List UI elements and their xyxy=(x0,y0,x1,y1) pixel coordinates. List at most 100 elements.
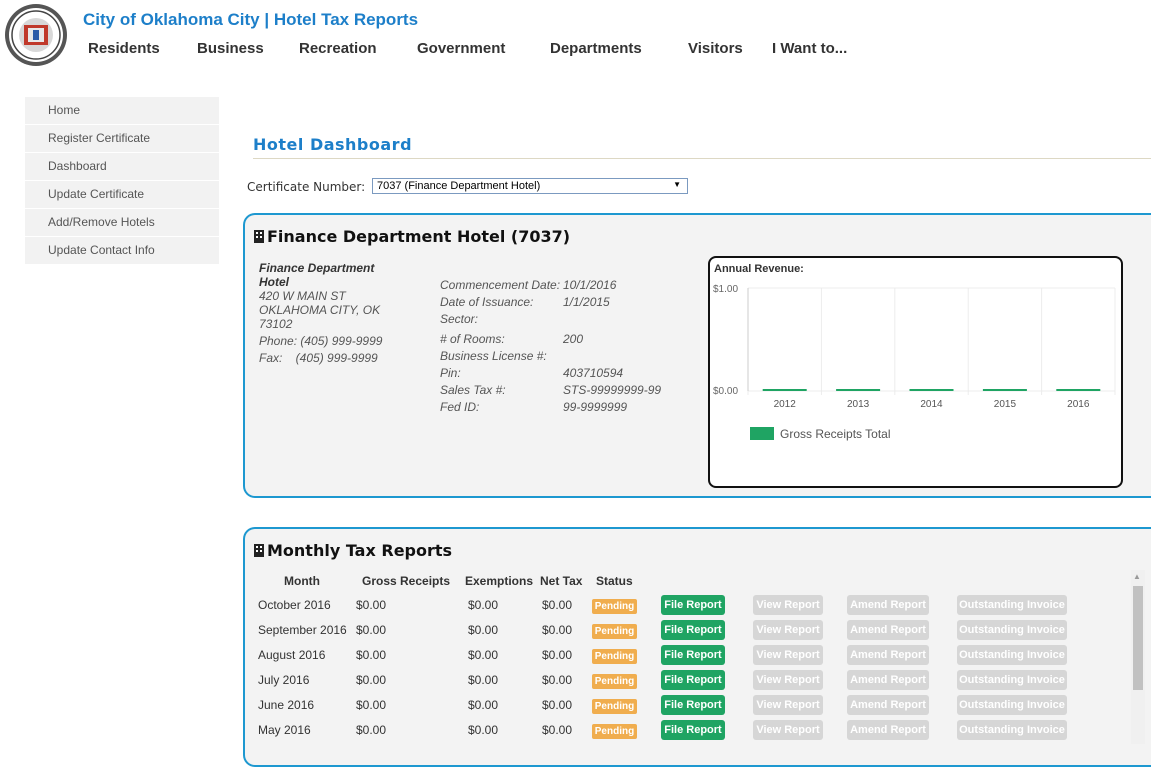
city-seal-logo xyxy=(5,4,67,66)
detail-row-rooms: # of Rooms: 200 xyxy=(440,332,700,349)
detail-label: Fed ID: xyxy=(440,400,480,414)
month-cell: August 2016 xyxy=(258,648,326,662)
column-header-status: Status xyxy=(596,574,633,588)
gross-receipts-cell: $0.00 xyxy=(356,598,387,612)
nav-business[interactable]: Business xyxy=(197,40,264,57)
reports-panel-title-text: Monthly Tax Reports xyxy=(267,541,453,560)
nav-departments[interactable]: Departments xyxy=(550,40,642,57)
gross-receipts-cell: $0.00 xyxy=(356,673,387,687)
x-tick-label: 2012 xyxy=(774,399,797,410)
outstanding-invoice-button[interactable]: Outstanding Invoice xyxy=(957,720,1067,740)
status-badge: Pending xyxy=(592,724,637,739)
sidebar-item-dashboard[interactable]: Dashboard xyxy=(25,153,219,181)
month-cell: May 2016 xyxy=(258,723,311,737)
hotel-details: Commencement Date: 10/1/2016 Date of Issu… xyxy=(440,278,700,417)
y-tick-label: $0.00 xyxy=(713,386,738,397)
x-tick-label: 2016 xyxy=(1067,399,1090,410)
column-header-gross-receipts: Gross Receipts xyxy=(362,574,451,588)
detail-row-sector: Sector: xyxy=(440,312,700,329)
net-tax-cell: $0.00 xyxy=(542,648,573,662)
view-report-button[interactable]: View Report xyxy=(753,720,823,740)
file-report-button[interactable]: File Report xyxy=(661,620,725,640)
bar xyxy=(909,389,954,391)
detail-value: 99-9999999 xyxy=(563,400,628,414)
table-row: June 2016 $0.00 $0.00 $0.00 Pending File Repo… xyxy=(258,693,1138,717)
net-tax-cell: $0.00 xyxy=(542,623,573,637)
scrollbar-thumb[interactable] xyxy=(1133,586,1143,690)
reports-panel-title: Monthly Tax Reports xyxy=(254,541,452,560)
sidebar-item-register-certificate[interactable]: Register Certificate xyxy=(25,125,219,153)
hotel-address-line1: 420 W MAIN ST xyxy=(259,289,346,303)
view-report-button[interactable]: View Report xyxy=(753,620,823,640)
month-cell: October 2016 xyxy=(258,598,331,612)
nav-residents[interactable]: Residents xyxy=(88,40,160,57)
outstanding-invoice-button[interactable]: Outstanding Invoice xyxy=(957,645,1067,665)
outstanding-invoice-button[interactable]: Outstanding Invoice xyxy=(957,695,1067,715)
building-icon xyxy=(254,230,264,243)
amend-report-button[interactable]: Amend Report xyxy=(847,620,929,640)
title-divider xyxy=(253,158,1151,159)
sidebar-item-update-contact-info[interactable]: Update Contact Info xyxy=(25,237,219,265)
outstanding-invoice-button[interactable]: Outstanding Invoice xyxy=(957,670,1067,690)
nav-government[interactable]: Government xyxy=(417,40,505,57)
exemptions-cell: $0.00 xyxy=(468,623,499,637)
status-badge: Pending xyxy=(592,599,637,614)
hotel-address-line2: OKLAHOMA CITY, OK 73102 xyxy=(259,303,381,331)
file-report-button[interactable]: File Report xyxy=(661,695,725,715)
nav-visitors[interactable]: Visitors xyxy=(688,40,743,57)
view-report-button[interactable]: View Report xyxy=(753,595,823,615)
hotel-panel-title-text: Finance Department Hotel (7037) xyxy=(267,227,571,246)
gross-receipts-cell: $0.00 xyxy=(356,623,387,637)
page-title: Hotel Dashboard xyxy=(253,135,413,154)
detail-value: 200 xyxy=(563,332,584,346)
table-row: July 2016 $0.00 $0.00 $0.00 Pending File Repo… xyxy=(258,668,1138,692)
nav-recreation[interactable]: Recreation xyxy=(299,40,377,57)
sidebar-item-update-certificate[interactable]: Update Certificate xyxy=(25,181,219,209)
site-title[interactable]: City of Oklahoma City | Hotel Tax Report… xyxy=(83,10,418,30)
gross-receipts-cell: $0.00 xyxy=(356,698,387,712)
bar xyxy=(1056,389,1101,391)
net-tax-cell: $0.00 xyxy=(542,673,573,687)
nav-i-want-to[interactable]: I Want to... xyxy=(772,40,847,57)
sidebar: Home Register Certificate Dashboard Upda… xyxy=(25,97,219,265)
file-report-button[interactable]: File Report xyxy=(661,645,725,665)
column-header-month: Month xyxy=(284,574,320,588)
detail-label: Commencement Date: xyxy=(440,278,561,292)
status-badge: Pending xyxy=(592,624,637,639)
outstanding-invoice-button[interactable]: Outstanding Invoice xyxy=(957,620,1067,640)
amend-report-button[interactable]: Amend Report xyxy=(847,695,929,715)
sidebar-item-home[interactable]: Home xyxy=(25,97,219,125)
outstanding-invoice-button[interactable]: Outstanding Invoice xyxy=(957,595,1067,615)
file-report-button[interactable]: File Report xyxy=(661,720,725,740)
gross-receipts-cell: $0.00 xyxy=(356,648,387,662)
month-cell: September 2016 xyxy=(258,623,347,637)
view-report-button[interactable]: View Report xyxy=(753,670,823,690)
scroll-up-arrow-icon[interactable]: ▲ xyxy=(1133,572,1141,581)
hotel-name: Finance Department Hotel xyxy=(259,261,375,289)
file-report-button[interactable]: File Report xyxy=(661,670,725,690)
file-report-button[interactable]: File Report xyxy=(661,595,725,615)
hotel-fax: Fax: (405) 999-9999 xyxy=(259,351,378,365)
hotel-info-panel: Finance Department Hotel (7037) Finance … xyxy=(243,213,1151,498)
certificate-select[interactable]: 7037 (Finance Department Hotel) ▼ xyxy=(372,178,688,194)
column-header-net-tax: Net Tax xyxy=(540,574,583,588)
view-report-button[interactable]: View Report xyxy=(753,645,823,665)
x-tick-label: 2014 xyxy=(920,399,943,410)
status-badge: Pending xyxy=(592,674,637,689)
amend-report-button[interactable]: Amend Report xyxy=(847,720,929,740)
bar xyxy=(982,389,1027,391)
amend-report-button[interactable]: Amend Report xyxy=(847,670,929,690)
sidebar-item-add-remove-hotels[interactable]: Add/Remove Hotels xyxy=(25,209,219,237)
detail-row-pin: Pin: 403710594 xyxy=(440,366,700,383)
column-header-exemptions: Exemptions xyxy=(465,574,534,588)
detail-label: Business License #: xyxy=(440,349,547,363)
net-tax-cell: $0.00 xyxy=(542,723,573,737)
view-report-button[interactable]: View Report xyxy=(753,695,823,715)
amend-report-button[interactable]: Amend Report xyxy=(847,595,929,615)
hotel-phone: Phone: (405) 999-9999 xyxy=(259,334,383,348)
detail-label: Date of Issuance: xyxy=(440,295,534,309)
exemptions-cell: $0.00 xyxy=(468,648,499,662)
amend-report-button[interactable]: Amend Report xyxy=(847,645,929,665)
exemptions-cell: $0.00 xyxy=(468,723,499,737)
detail-row-commencement: Commencement Date: 10/1/2016 xyxy=(440,278,700,295)
